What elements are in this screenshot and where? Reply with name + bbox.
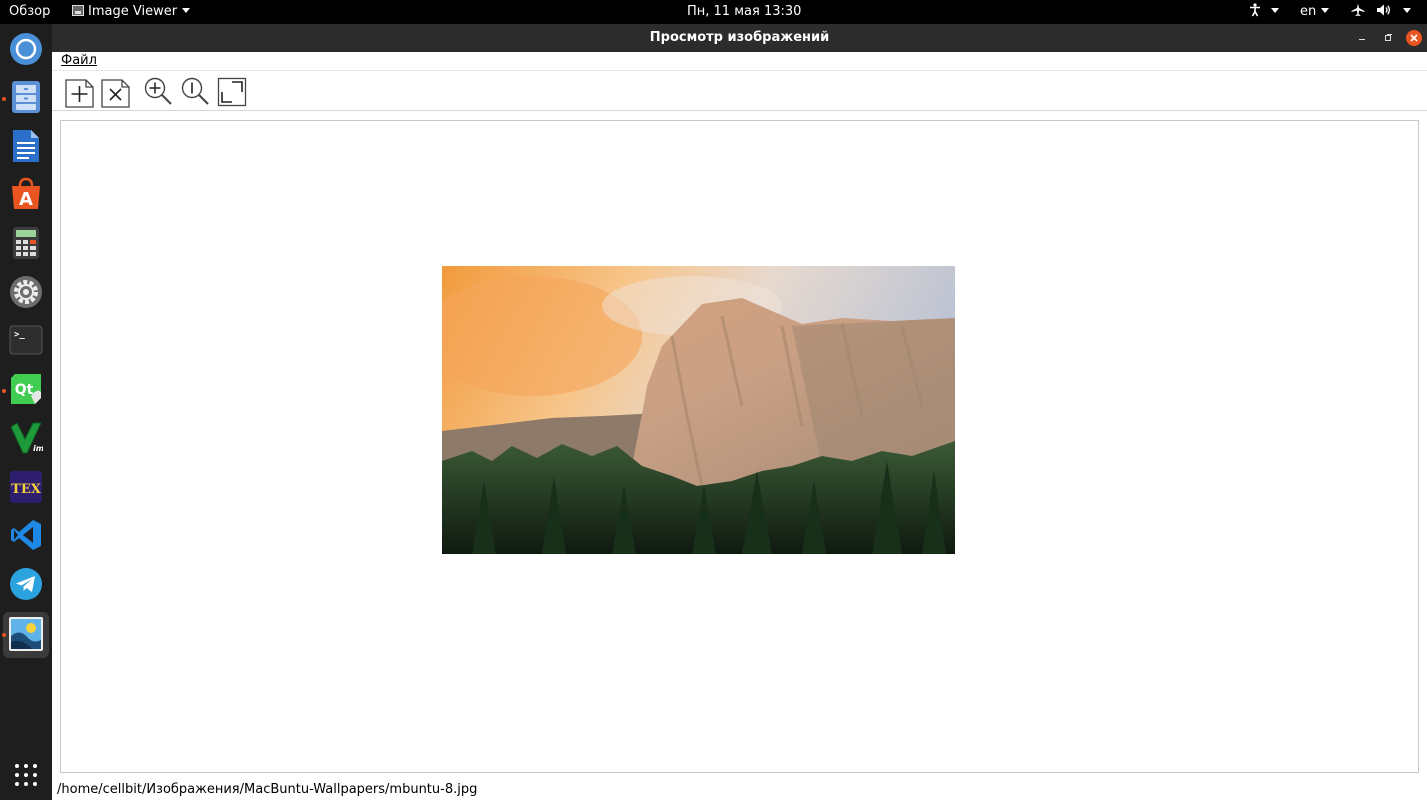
airplane-mode-icon: [1351, 0, 1365, 24]
tex-icon: TEX: [10, 471, 42, 503]
chevron-down-icon: [182, 8, 191, 13]
displayed-image: [442, 266, 955, 554]
zoom-in-icon: [144, 77, 172, 105]
keyboard-layout-label: en: [1300, 4, 1317, 19]
accessibility-icon: [1250, 3, 1260, 17]
window-titlebar[interactable]: Просмотр изображений: [52, 24, 1427, 52]
vscode-icon: [11, 520, 41, 550]
dock-item-vim[interactable]: im: [8, 420, 44, 456]
app-grid-icon: [15, 764, 37, 786]
calculator-icon: [13, 227, 39, 259]
software-store-icon: A: [12, 177, 40, 210]
chevron-down-icon: [1321, 8, 1330, 13]
restore-icon: [1385, 34, 1392, 41]
minimize-icon: [1359, 39, 1365, 40]
svg-text:A: A: [19, 189, 33, 210]
writer-icon: [13, 130, 39, 162]
keyboard-layout-menu[interactable]: en: [1300, 0, 1330, 24]
dock-item-show-apps[interactable]: [8, 757, 44, 793]
app-menu[interactable]: Image Viewer: [72, 0, 191, 24]
system-menu[interactable]: [1351, 0, 1418, 24]
zoom-original-button[interactable]: [179, 76, 211, 108]
maximize-button[interactable]: [1380, 30, 1396, 46]
window-title: Просмотр изображений: [649, 30, 830, 45]
settings-icon: [10, 276, 42, 308]
top-bar: Обзор Image Viewer Пн, 11 мая 13:30 en: [0, 0, 1427, 24]
zoom-in-button[interactable]: [142, 76, 174, 108]
files-icon: [12, 81, 40, 113]
chevron-down-icon: [1403, 8, 1412, 13]
dock-item-texmaker[interactable]: TEX: [8, 469, 44, 505]
file-path-label: /home/cellbit/Изображения/MacBuntu-Wallp…: [57, 782, 478, 797]
app-menu-label: Image Viewer: [88, 4, 178, 19]
chrome-icon: [10, 33, 42, 65]
volume-icon: [1376, 0, 1392, 24]
terminal-icon: >_: [9, 325, 43, 355]
dock-item-settings[interactable]: [8, 274, 44, 310]
dock-item-chromium[interactable]: [8, 31, 44, 67]
activities-button[interactable]: Обзор: [9, 0, 50, 24]
close-button[interactable]: [1406, 30, 1422, 46]
new-file-icon: [65, 79, 94, 108]
running-indicator: [2, 389, 6, 393]
dock-item-image-viewer[interactable]: [8, 616, 44, 652]
dock-item-writer[interactable]: [8, 128, 44, 164]
svg-text:Qt: Qt: [15, 382, 34, 398]
open-button[interactable]: [64, 76, 96, 108]
svg-text:TEX: TEX: [11, 482, 42, 497]
svg-text:>_: >_: [14, 330, 25, 340]
close-file-icon: [101, 79, 130, 108]
dock: A >_ Qt im TEX: [0, 24, 52, 800]
running-indicator: [2, 633, 6, 637]
running-indicator: [2, 97, 6, 101]
qt-icon: Qt: [11, 374, 41, 404]
dock-item-qtcreator[interactable]: Qt: [8, 371, 44, 407]
clock[interactable]: Пн, 11 мая 13:30: [687, 0, 801, 24]
dock-item-calculator[interactable]: [8, 225, 44, 261]
toolbar: [52, 72, 1427, 111]
close-image-button[interactable]: [100, 76, 132, 108]
image-viewer-app-icon: [72, 5, 84, 16]
image-viewport[interactable]: [60, 120, 1419, 773]
image-viewer-icon: [9, 617, 43, 651]
telegram-icon: [10, 568, 42, 600]
close-icon: [1410, 34, 1418, 42]
zoom-original-icon: [181, 77, 209, 105]
image-viewer-window: Просмотр изображений Файл /home/cellbit/…: [52, 24, 1427, 800]
chevron-down-icon: [1271, 8, 1279, 13]
fit-window-icon: [217, 77, 247, 107]
accessibility-menu[interactable]: [1249, 0, 1279, 24]
svg-text:im: im: [33, 444, 43, 453]
minimize-button[interactable]: [1354, 30, 1370, 46]
dock-item-vscode[interactable]: [8, 517, 44, 553]
dock-item-telegram[interactable]: [8, 566, 44, 602]
menu-bar: Файл: [52, 52, 1427, 71]
dock-item-files[interactable]: [8, 79, 44, 115]
dock-item-terminal[interactable]: >_: [8, 322, 44, 358]
status-bar: /home/cellbit/Изображения/MacBuntu-Wallp…: [52, 780, 1427, 800]
vim-icon: im: [10, 422, 43, 454]
menu-file[interactable]: Файл: [61, 53, 97, 68]
dock-item-software[interactable]: A: [8, 176, 44, 212]
fit-window-button[interactable]: [216, 76, 248, 108]
